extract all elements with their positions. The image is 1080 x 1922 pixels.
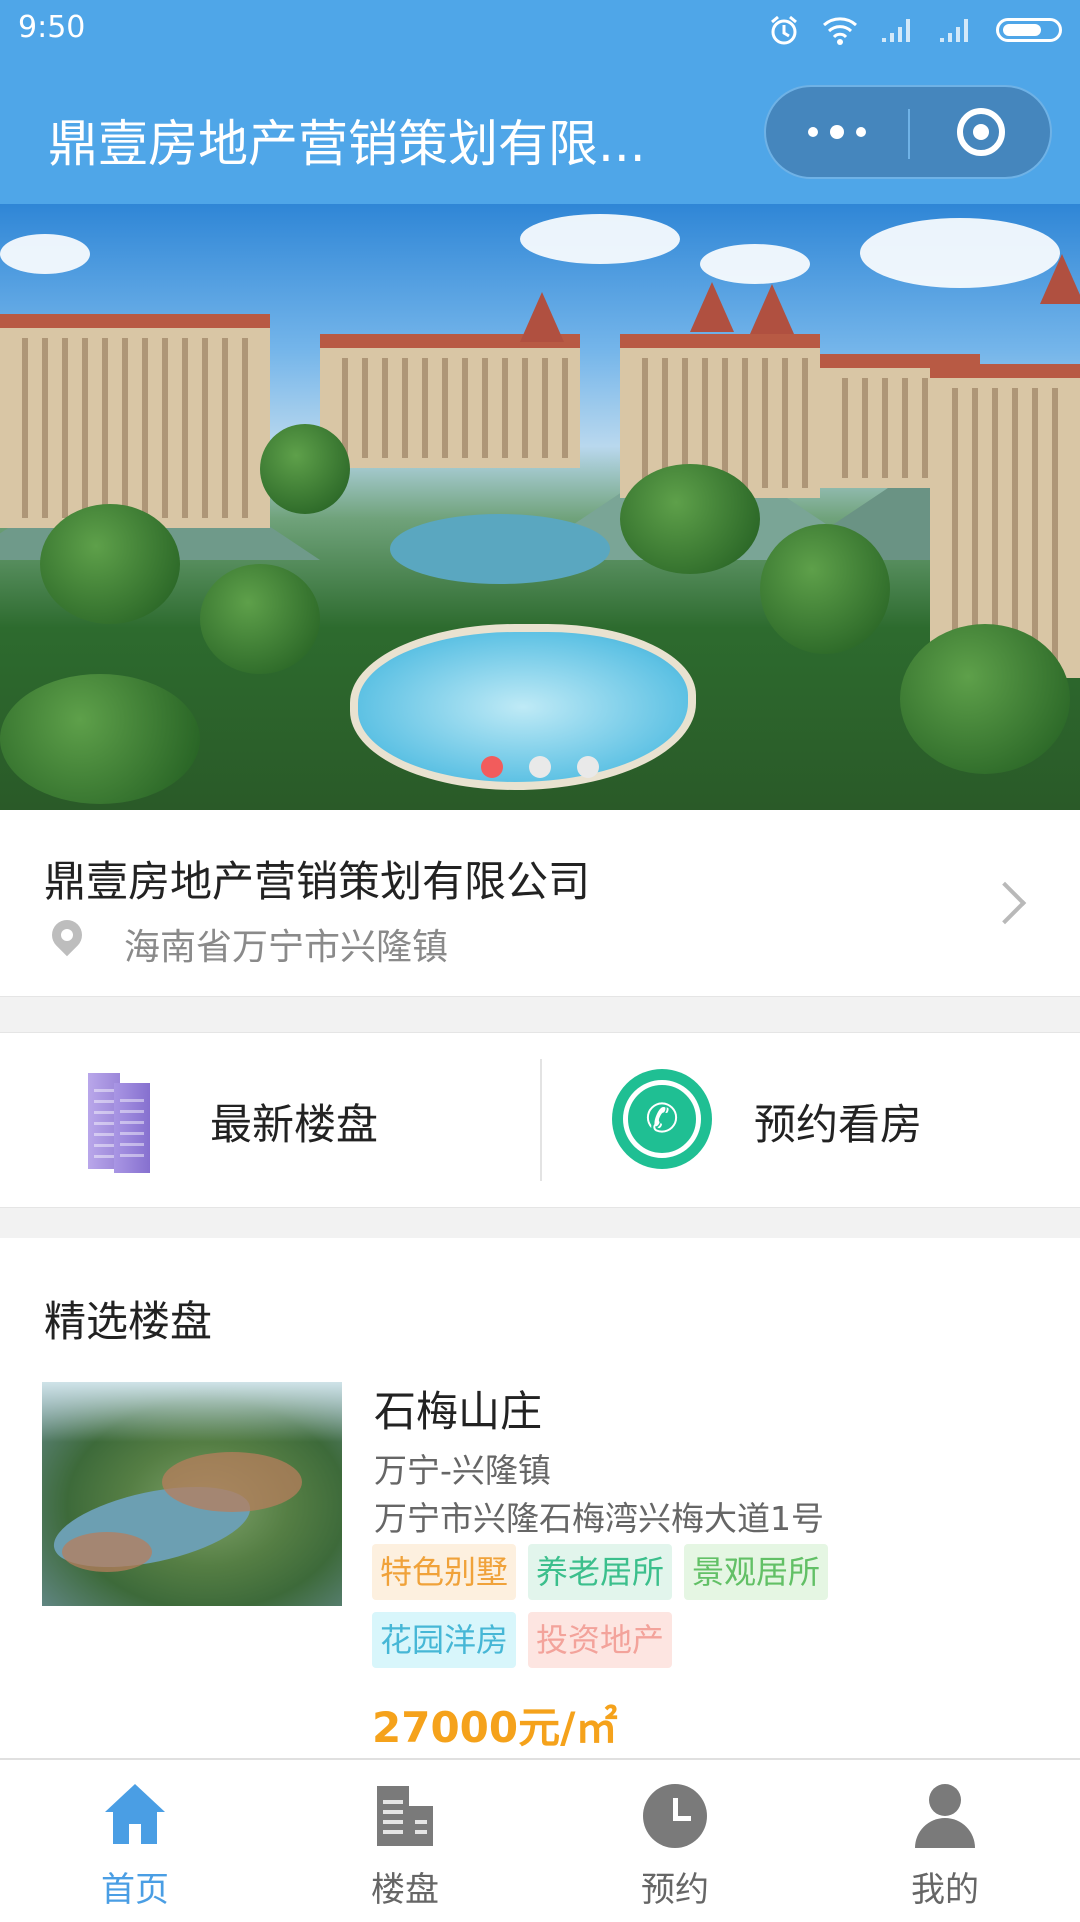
buildings-icon [88,1063,150,1173]
top-bar: 9:50 鼎壹房地产营销策划有限... [0,0,1080,204]
home-icon [103,1784,167,1848]
company-address: 海南省万宁市兴隆镇 [124,927,449,968]
tab-bar: 首页 楼盘 预约 我的 [0,1758,1080,1922]
tab-properties[interactable]: 楼盘 [270,1760,540,1922]
property-thumbnail[interactable] [42,1382,342,1606]
featured-section: 精选楼盘 石梅山庄 万宁-兴隆镇 万宁市兴隆石梅湾兴梅大道1号 特色别墅 养老居… [0,1238,1080,1758]
user-icon [913,1784,977,1848]
property-tag: 特色别墅 [372,1544,517,1600]
status-time: 9:50 [18,10,86,45]
property-tag: 养老居所 [528,1544,673,1600]
property-price: 27000元/㎡ [372,1703,618,1752]
clock-icon [643,1784,707,1848]
signal-icon [882,19,910,42]
signal-icon-2 [940,19,968,42]
tab-label: 首页 [101,1870,169,1910]
mini-program-capsule [764,85,1052,179]
property-address: 万宁市兴隆石梅湾兴梅大道1号 [374,1499,824,1538]
entry-latest-properties[interactable]: 最新楼盘 [0,1033,540,1207]
wifi-icon [823,17,857,45]
property-name[interactable]: 石梅山庄 [374,1378,542,1439]
city-icon [373,1784,437,1848]
status-icons [768,12,1062,48]
more-dot-icon [808,127,818,137]
property-tags: 特色别墅 养老居所 景观居所 花园洋房 投资地产 [372,1544,912,1668]
close-button[interactable] [910,87,1052,177]
property-area: 万宁-兴隆镇 [374,1451,551,1490]
banner-carousel[interactable] [0,204,1080,810]
more-dot-icon [830,125,844,139]
carousel-dot[interactable] [529,756,551,778]
more-button[interactable] [766,87,908,177]
carousel-dot[interactable] [481,756,503,778]
location-pin-icon [45,913,89,957]
company-card[interactable]: 鼎壹房地产营销策划有限公司 海南省万宁市兴隆镇 [0,810,1080,997]
tab-home[interactable]: 首页 [0,1760,270,1922]
carousel-indicators [0,756,1080,778]
section-title: 精选楼盘 [44,1297,213,1346]
entry-label: 最新楼盘 [210,1100,379,1149]
entry-label: 预约看房 [754,1100,923,1149]
property-tag: 景观居所 [684,1544,829,1600]
tab-label: 预约 [641,1870,709,1910]
tab-appointment[interactable]: 预约 [540,1760,810,1922]
company-name: 鼎壹房地产营销策划有限公司 [44,857,591,906]
tab-label: 我的 [911,1870,979,1910]
phone-icon: ✆ [612,1069,712,1169]
quick-entries: 最新楼盘 预约看房 ✆ [0,1032,1080,1208]
property-tag: 花园洋房 [372,1612,517,1668]
battery-icon [996,18,1062,42]
app-title: 鼎壹房地产营销策划有限... [48,115,646,173]
more-dot-icon [856,127,866,137]
tab-mine[interactable]: 我的 [810,1760,1080,1922]
target-icon [957,108,1005,156]
tab-label: 楼盘 [371,1870,439,1910]
carousel-dot[interactable] [577,756,599,778]
alarm-icon [771,15,797,45]
property-tag: 投资地产 [528,1612,673,1668]
chevron-right-icon [983,881,1027,925]
